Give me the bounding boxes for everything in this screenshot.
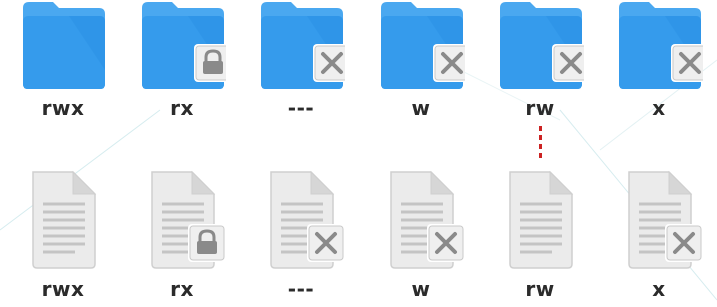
file-item-none[interactable]: --- [246,168,356,299]
file-row: rw x rx --- w rw x [0,0,717,307]
file-item-w[interactable]: w [366,168,476,299]
document-icon [377,168,465,270]
file-item-rw[interactable]: rw [485,168,595,299]
cross-badge-icon [665,224,703,262]
lock-badge-icon [188,224,226,262]
cross-badge-icon [307,224,345,262]
file-label: x [652,277,666,301]
file-label: w [411,277,431,301]
document-icon [615,168,703,270]
cross-badge-icon [427,224,465,262]
file-label: rw [525,277,555,301]
document-icon [138,168,226,270]
document-icon [496,168,584,270]
file-item-rwx[interactable]: rwx [8,168,118,299]
permission-icon-grid: rw x rx --- w rw x rwx rx --- w rw x [0,0,717,307]
file-label: rx [170,277,194,301]
file-label: --- [287,277,315,301]
file-item-rx[interactable]: rx [127,168,237,299]
document-icon [257,168,345,270]
file-label: rwx [41,277,85,301]
file-item-x[interactable]: x [604,168,714,299]
document-icon [19,168,107,270]
